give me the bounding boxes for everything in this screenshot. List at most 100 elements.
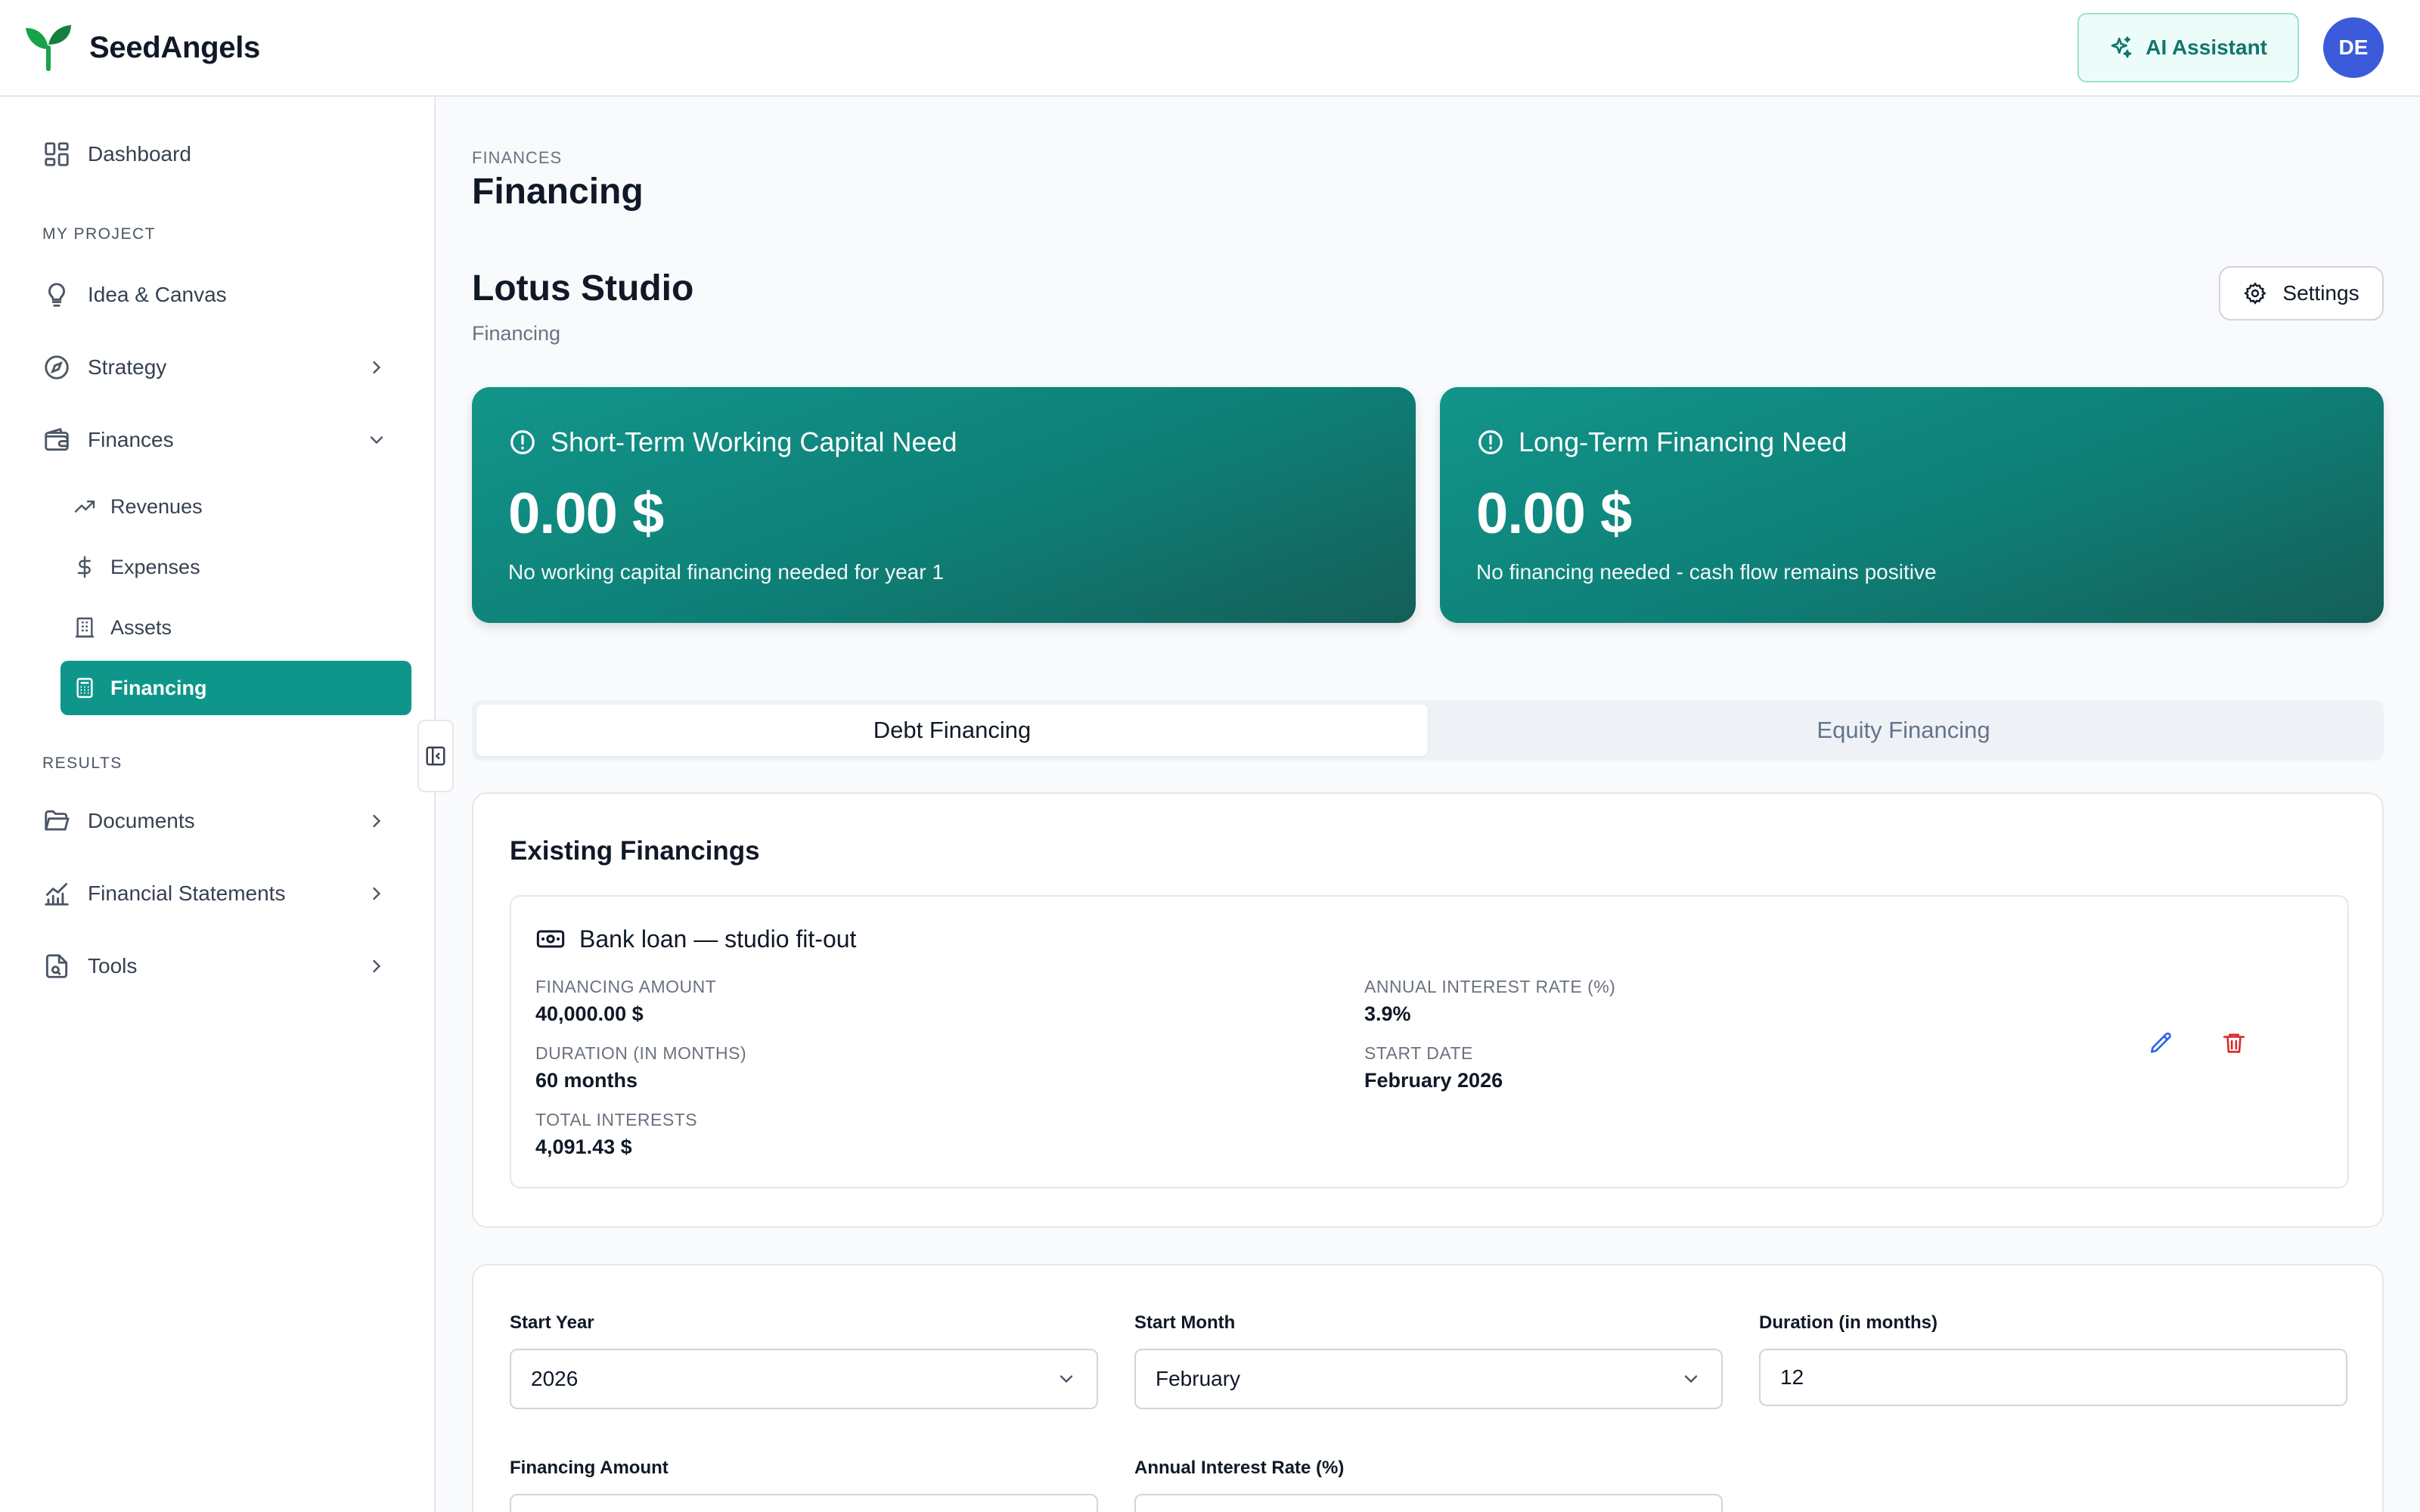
chevron-right-icon [366,357,387,378]
financing-amount-input[interactable] [510,1494,1098,1512]
compass-icon [42,353,71,382]
delete-financing-button[interactable] [2216,1025,2252,1061]
interests-value: 4,091.43 $ [535,1136,632,1158]
sidebar-item-label: Dashboard [88,142,191,166]
chart-line-icon [42,879,71,908]
card-note: No financing needed - cash flow remains … [1476,560,1937,584]
existing-financings-panel: Existing Financings Bank loan — studio f… [472,792,2384,1228]
sidebar-item-label: Tools [88,954,138,978]
ai-assistant-button[interactable]: AI Assistant [2077,13,2299,82]
section-label-my-project: MY PROJECT [42,225,156,243]
project-name: Lotus Studio [472,268,694,308]
sidebar-item-label: Finances [88,428,174,451]
short-term-need-card: Short-Term Working Capital Need 0.00 $ N… [472,387,1416,623]
sidebar-item-revenues[interactable]: Revenues [60,479,411,534]
edit-financing-button[interactable] [2143,1025,2180,1061]
seedling-logo-icon [24,23,73,72]
financing-amount-label: Financing Amount [510,1458,669,1478]
gear-icon [2243,281,2267,305]
new-financing-form-panel: Start Year 2026 Start Month February Dur… [472,1264,2384,1512]
card-note: No working capital financing needed for … [508,560,944,584]
sidebar-item-label: Revenues [110,494,203,518]
start-month-label: Start Month [1134,1312,1236,1333]
long-term-need-card: Long-Term Financing Need 0.00 $ No finan… [1440,387,2384,623]
sparkles-icon [2109,36,2133,60]
interests-label: TOTAL INTERESTS [535,1110,698,1129]
select-value: 2026 [531,1367,579,1390]
building-icon [73,615,97,640]
chevron-right-icon [366,883,387,904]
ai-assistant-label: AI Assistant [2145,36,2267,59]
alert-circle-icon [508,428,537,457]
calculator-icon [73,676,97,700]
tab-equity-financing[interactable]: Equity Financing [1428,705,2379,756]
start-date-value: February 2026 [1364,1069,1503,1092]
trending-up-icon [73,494,97,519]
card-title: Long-Term Financing Need [1519,426,1848,457]
settings-label: Settings [2282,281,2360,305]
sidebar-item-label: Financing [110,676,207,699]
user-avatar[interactable]: DE [2323,17,2384,78]
sidebar-item-expenses[interactable]: Expenses [60,540,411,594]
select-value: February [1156,1367,1241,1390]
rate-value: 3.9% [1364,1002,1411,1025]
main-content: FINANCES Financing Lotus Studio Financin… [437,97,2420,1512]
duration-months-label: Duration (in months) [1759,1312,1938,1333]
start-date-label: START DATE [1364,1043,1473,1063]
chevron-right-icon [366,810,387,832]
sidebar: Dashboard MY PROJECT Idea & Canvas Strat… [0,97,436,1512]
pencil-icon [2149,1030,2174,1056]
card-title: Short-Term Working Capital Need [551,426,957,457]
top-bar: SeedAngels AI Assistant DE [0,0,2420,97]
sidebar-item-documents[interactable]: Documents [42,797,387,845]
sidebar-item-label: Idea & Canvas [88,283,227,306]
amount-value: 40,000.00 $ [535,1002,644,1025]
input-value: 12 [1780,1365,1804,1389]
sidebar-item-assets[interactable]: Assets [60,600,411,655]
interest-rate-label: Annual Interest Rate (%) [1134,1458,1345,1478]
sidebar-item-tools[interactable]: Tools [42,942,387,990]
sidebar-item-strategy[interactable]: Strategy [42,343,387,392]
rate-label: ANNUAL INTEREST RATE (%) [1364,977,1616,996]
settings-button[interactable]: Settings [2219,266,2384,321]
dollar-icon [73,555,97,579]
wallet-icon [42,426,71,454]
section-label-results: RESULTS [42,754,123,772]
financing-item: Bank loan — studio fit-out FINANCING AMO… [510,895,2349,1188]
chevron-right-icon [366,956,387,977]
duration-months-input[interactable]: 12 [1759,1349,2347,1406]
duration-value: 60 months [535,1069,638,1092]
brand[interactable]: SeedAngels [24,23,260,72]
chevron-down-icon [1680,1368,1702,1390]
duration-label: DURATION (IN MONTHS) [535,1043,747,1063]
sidebar-item-label: Documents [88,809,195,832]
breadcrumb: FINANCES [472,148,563,167]
sidebar-item-idea-canvas[interactable]: Idea & Canvas [42,271,387,319]
chevron-down-icon [1056,1368,1077,1390]
amount-label: FINANCING AMOUNT [535,977,717,996]
alert-circle-icon [1476,428,1505,457]
sidebar-item-label: Financial Statements [88,881,286,905]
financing-tabs: Debt Financing Equity Financing [472,700,2384,761]
interest-rate-input[interactable] [1134,1494,1723,1512]
file-search-icon [42,952,71,981]
start-year-label: Start Year [510,1312,594,1333]
tab-debt-financing[interactable]: Debt Financing [476,705,1428,756]
start-month-select[interactable]: February [1134,1349,1723,1409]
project-subtitle: Financing [472,322,561,345]
sidebar-item-label: Assets [110,615,172,639]
sidebar-item-dashboard[interactable]: Dashboard [42,130,387,178]
card-value: 0.00 $ [1476,482,1632,546]
folder-open-icon [42,807,71,835]
lightbulb-icon [42,280,71,309]
sidebar-item-financing[interactable]: Financing [60,661,411,715]
start-year-select[interactable]: 2026 [510,1349,1098,1409]
dashboard-icon [42,140,71,169]
sidebar-item-finances[interactable]: Finances [42,416,387,464]
sidebar-item-financial-statements[interactable]: Financial Statements [42,869,387,918]
existing-financings-title: Existing Financings [510,836,760,866]
brand-name: SeedAngels [89,30,260,64]
sidebar-item-label: Expenses [110,555,200,578]
page-title: Financing [472,172,644,212]
trash-icon [2221,1030,2247,1056]
